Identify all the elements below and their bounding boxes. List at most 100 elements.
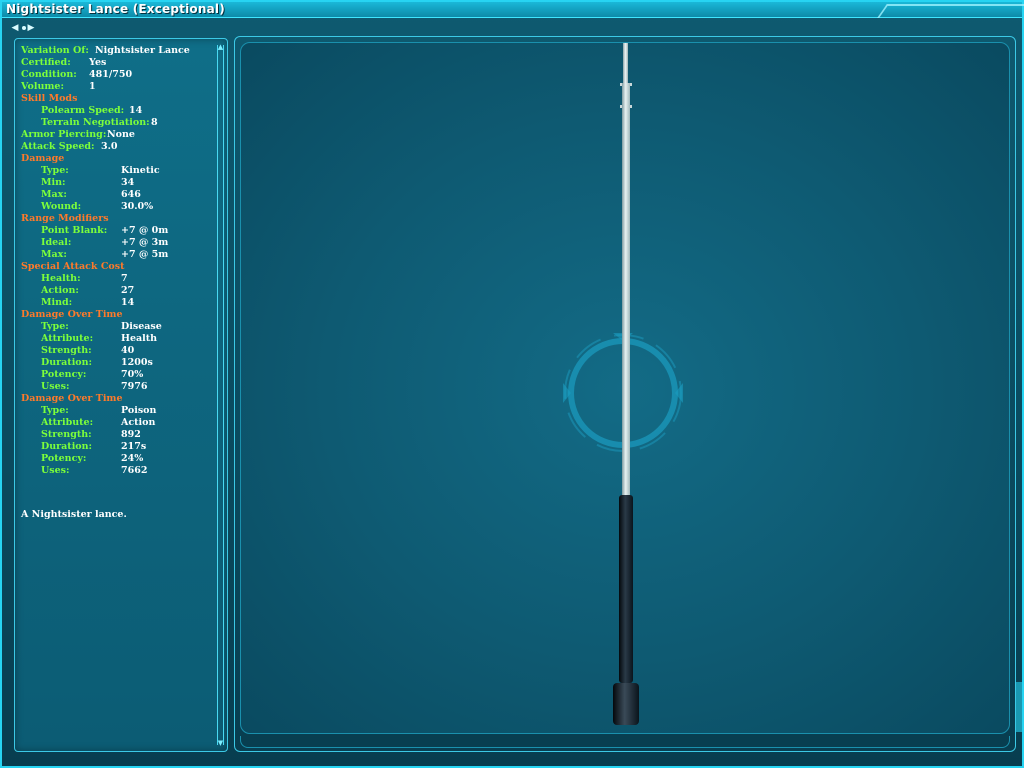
attribute-value: +7 @ 5m [121,249,169,260]
attribute-label: Condition: [21,69,77,80]
attribute-value: 27 [121,285,135,296]
attribute-row: Terrain Negotiation: 8 [21,117,211,129]
attribute-label: Terrain Negotiation: [41,117,150,128]
attribute-label: Max: [41,189,67,200]
attribute-row: Attribute: Action [21,417,211,429]
attribute-value: 14 [129,105,143,116]
attribute-row: Volume: 1 [21,81,211,93]
attribute-row: Armor Piercing: None [21,129,211,141]
attribute-label: Type: [41,405,69,416]
attribute-label: Max: [41,249,67,260]
section-header: Damage [21,153,211,165]
attribute-label: Variation Of: [21,45,89,56]
attribute-row: Min: 34 [21,177,211,189]
attribute-value: 8 [151,117,158,128]
attribute-row: Polearm Speed: 14 [21,105,211,117]
attribute-label: Attack Speed: [21,141,95,152]
section-label: Damage [21,153,65,164]
attribute-row: Attribute: Health [21,333,211,345]
attribute-row: Strength: 40 [21,345,211,357]
section-label: Damage Over Time [21,309,123,320]
attribute-value: 892 [121,429,141,440]
attribute-row: Attack Speed: 3.0 [21,141,211,153]
attribute-row: Potency: 24% [21,453,211,465]
attribute-label: Potency: [41,369,87,380]
attribute-value: +7 @ 0m [121,225,169,236]
attribute-label: Uses: [41,465,70,476]
attributes-panel: Variation Of: Nightsister Lance Certified:… [14,38,228,752]
section-header: Skill Mods [21,93,211,105]
attribute-value: Nightsister Lance [95,45,190,56]
attribute-label: Armor Piercing: [21,129,107,140]
attribute-row: Duration: 217s [21,441,211,453]
attribute-label: Point Blank: [41,225,108,236]
attribute-label: Volume: [21,81,64,92]
attribute-label: Type: [41,165,69,176]
attribute-row: Uses: 7662 [21,465,211,477]
attribute-label: Polearm Speed: [41,105,125,116]
lance-pommel [613,683,639,725]
attribute-row: Type: Kinetic [21,165,211,177]
title-bar[interactable]: Nightsister Lance (Exceptional) [2,2,1024,18]
attribute-row: Type: Disease [21,321,211,333]
attribute-value: None [107,129,135,140]
attribute-value: 34 [121,177,135,188]
attribute-value: 7 [121,273,128,284]
attribute-row: Duration: 1200s [21,357,211,369]
attribute-row: Ideal: +7 @ 3m [21,237,211,249]
attribute-row: Max: +7 @ 5m [21,249,211,261]
attribute-value: 30.0% [121,201,154,212]
viewer-bottom-frame [240,736,1010,748]
section-label: Special Attack Cost [21,261,125,272]
right-arrow-icon[interactable]: ▶ [26,22,36,34]
lance-tip [623,43,628,85]
attribute-row: Uses: 7976 [21,381,211,393]
attribute-list: Variation Of: Nightsister Lance Certified:… [21,45,211,477]
attribute-value: 24% [121,453,144,464]
attribute-value: Disease [121,321,162,332]
attribute-label: Certified: [21,57,71,68]
window-title: Nightsister Lance (Exceptional) [6,2,225,16]
lance-grip [619,495,633,683]
attribute-value: Health [121,333,158,344]
attribute-row: Condition: 481/750 [21,69,211,81]
attribute-label: Health: [41,273,81,284]
section-header: Damage Over Time [21,309,211,321]
attribute-label: Mind: [41,297,73,308]
object-viewer[interactable] [240,42,1010,734]
attribute-row: Health: 7 [21,273,211,285]
attribute-row: Mind: 14 [21,297,211,309]
attribute-value: 40 [121,345,135,356]
attribute-row: Variation Of: Nightsister Lance [21,45,211,57]
attribute-row: Potency: 70% [21,369,211,381]
attribute-value: 1200s [121,357,153,368]
scroll-up-icon[interactable]: ▲ [215,43,226,51]
attribute-label: Attribute: [41,333,94,344]
attribute-label: Wound: [41,201,82,212]
attribute-label: Duration: [41,441,93,452]
title-accent-decoration [877,4,1024,18]
attribute-value: Poison [121,405,157,416]
left-arrow-icon[interactable]: ◀ [10,22,20,34]
attribute-row: Point Blank: +7 @ 0m [21,225,211,237]
resize-handle[interactable] [1016,682,1022,732]
attribute-value: Action [121,417,156,428]
scroll-down-icon[interactable]: ▼ [215,739,226,747]
section-header: Special Attack Cost [21,261,211,273]
attribute-value: 1 [89,81,96,92]
attribute-row: Wound: 30.0% [21,201,211,213]
attribute-row: Action: 27 [21,285,211,297]
attribute-label: Type: [41,321,69,332]
attribute-value: 70% [121,369,144,380]
attributes-scrollbar[interactable]: ▲ ▼ [215,43,226,747]
attribute-label: Min: [41,177,66,188]
attribute-label: Potency: [41,453,87,464]
section-header: Damage Over Time [21,393,211,405]
attribute-value: 7976 [121,381,148,392]
attribute-value: 3.0 [101,141,118,152]
attribute-value: +7 @ 3m [121,237,169,248]
attribute-value: Kinetic [121,165,160,176]
lance-shaft [622,83,630,535]
attribute-label: Ideal: [41,237,72,248]
attribute-label: Strength: [41,429,92,440]
